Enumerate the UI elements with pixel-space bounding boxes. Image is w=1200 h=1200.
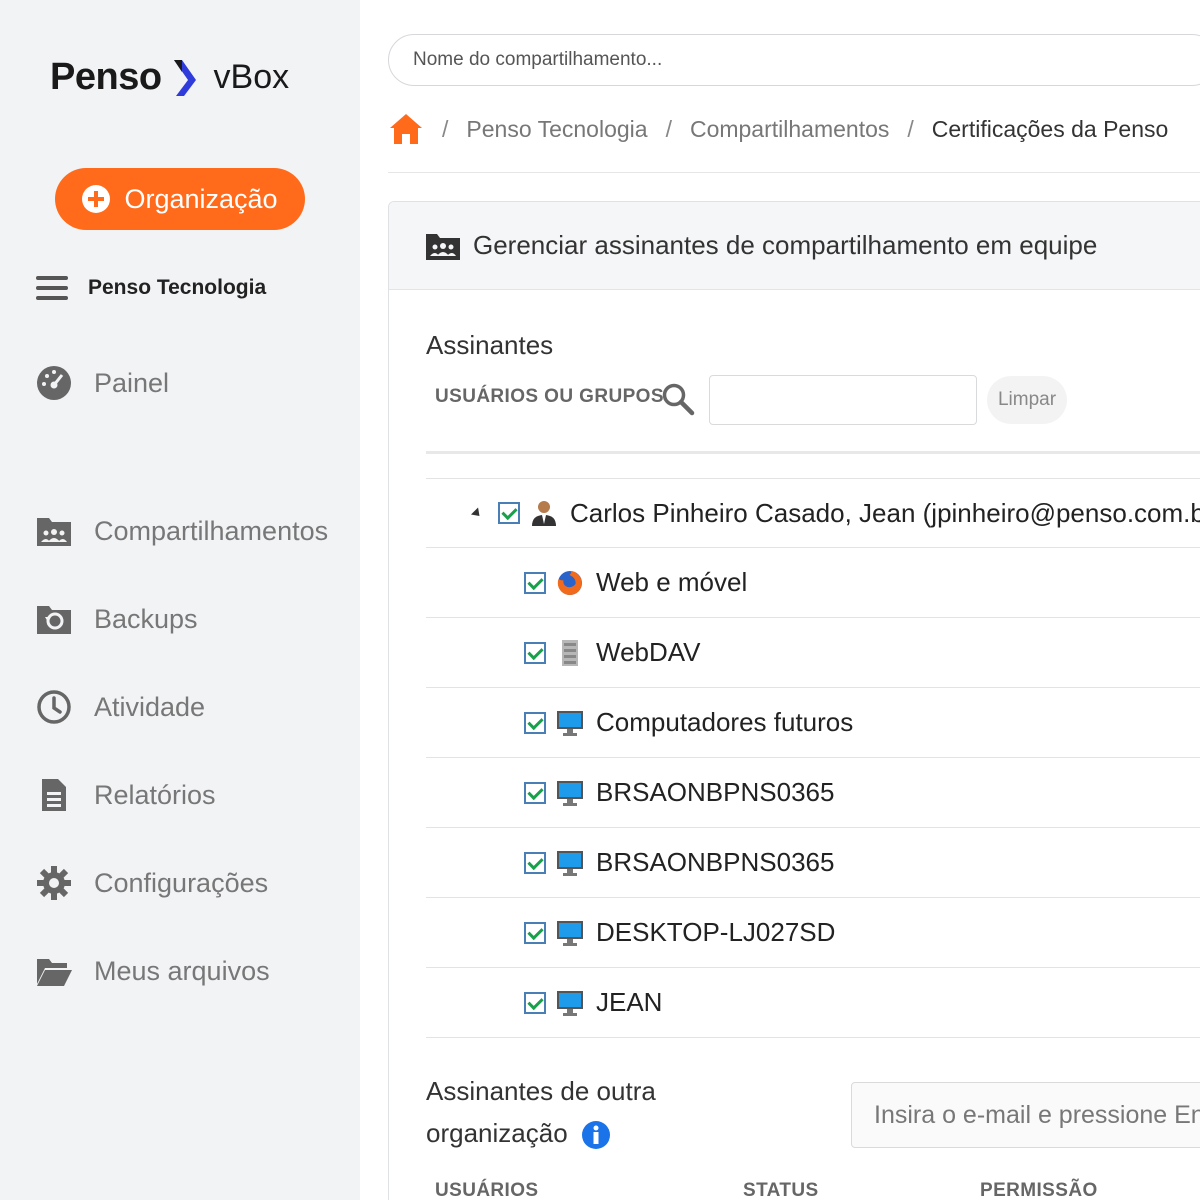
open-folder-icon bbox=[34, 951, 74, 991]
monitor-icon bbox=[557, 850, 583, 876]
firefox-icon bbox=[557, 570, 582, 595]
checkbox[interactable] bbox=[524, 991, 546, 1014]
sidebar-item-relatorios[interactable]: Relatórios bbox=[34, 775, 216, 815]
breadcrumb-separator: / bbox=[907, 115, 914, 142]
tree-label: WebDAV bbox=[596, 637, 701, 667]
monitor-icon bbox=[557, 920, 583, 946]
checkbox[interactable] bbox=[524, 781, 546, 804]
tree-row-user[interactable]: Carlos Pinheiro Casado, Jean (jpinheiro@… bbox=[426, 478, 1200, 548]
tree-row[interactable]: WebDAV bbox=[426, 618, 1200, 688]
clear-button[interactable]: Limpar bbox=[987, 376, 1067, 424]
home-icon[interactable] bbox=[388, 112, 424, 146]
checkbox[interactable] bbox=[524, 851, 546, 874]
tenant-selector[interactable]: Penso Tecnologia bbox=[36, 276, 266, 300]
sidebar-item-compartilhamentos[interactable]: Compartilhamentos bbox=[34, 511, 328, 551]
subscribers-title: Assinantes bbox=[426, 330, 554, 360]
org-button-label: Organização bbox=[124, 183, 278, 214]
tree-row[interactable]: JEAN bbox=[426, 968, 1200, 1038]
breadcrumb-separator: / bbox=[665, 115, 672, 142]
team-folder-icon bbox=[426, 233, 460, 260]
logo-wordmark: Penso bbox=[50, 56, 162, 98]
menu-icon[interactable] bbox=[36, 276, 68, 300]
sidebar-item-label: Meus arquivos bbox=[94, 955, 270, 986]
divider bbox=[388, 172, 1200, 173]
sidebar-item-meus-arquivos[interactable]: Meus arquivos bbox=[34, 951, 270, 991]
monitor-icon bbox=[557, 990, 583, 1016]
column-header-users[interactable]: USUÁRIOS bbox=[435, 1180, 539, 1200]
user-icon bbox=[532, 501, 556, 526]
sidebar-item-label: Configurações bbox=[94, 867, 269, 898]
sidebar-item-label: Relatórios bbox=[94, 779, 216, 810]
sidebar-item-painel[interactable]: Painel bbox=[34, 363, 169, 403]
sidebar-item-label: Atividade bbox=[94, 691, 206, 722]
tree-row[interactable]: Web e móvel bbox=[426, 548, 1200, 618]
panel-header: Gerenciar assinantes de compartilhamento… bbox=[389, 202, 1200, 290]
sidebar: Penso vBox Organização Penso Tecnologia … bbox=[0, 0, 360, 1200]
sidebar-item-backups[interactable]: Backups bbox=[34, 599, 198, 639]
column-header-permission[interactable]: PERMISSÃO bbox=[980, 1180, 1098, 1200]
plus-circle-icon bbox=[82, 185, 111, 213]
tree-row[interactable]: BRSAONBPNS0365 bbox=[426, 758, 1200, 828]
tree-label: BRSAONBPNS0365 bbox=[596, 847, 835, 877]
tree-label: Web e móvel bbox=[596, 567, 748, 597]
breadcrumb-current: Certificações da Penso bbox=[931, 115, 1169, 142]
breadcrumb-item-shares[interactable]: Compartilhamentos bbox=[690, 116, 889, 143]
checkbox[interactable] bbox=[524, 921, 546, 944]
sidebar-item-label: Compartilhamentos bbox=[94, 515, 329, 546]
clock-icon bbox=[34, 687, 74, 727]
filter-label: USUÁRIOS OU GRUPOS bbox=[435, 386, 664, 407]
sidebar-item-configuracoes[interactable]: Configurações bbox=[34, 863, 268, 903]
tenant-name: Penso Tecnologia bbox=[88, 276, 267, 299]
users-groups-filter-input[interactable] bbox=[709, 375, 977, 425]
gear-icon bbox=[34, 863, 74, 903]
tree-row[interactable]: Computadores futuros bbox=[426, 688, 1200, 758]
column-header-status[interactable]: STATUS bbox=[743, 1180, 819, 1200]
other-org-title-text: Assinantes de outra organização bbox=[426, 1076, 656, 1148]
server-icon bbox=[562, 639, 578, 666]
search-placeholder: Nome do compartilhamento... bbox=[413, 49, 663, 70]
checkbox[interactable] bbox=[524, 571, 546, 594]
panel-title: Gerenciar assinantes de compartilhamento… bbox=[473, 230, 1098, 260]
tree-row[interactable]: DESKTOP-LJ027SD bbox=[426, 898, 1200, 968]
dashboard-icon bbox=[34, 363, 74, 403]
backup-icon bbox=[34, 599, 74, 639]
tree-row[interactable]: BRSAONBPNS0365 bbox=[426, 828, 1200, 898]
checkbox[interactable] bbox=[524, 711, 546, 734]
sidebar-item-label: Painel bbox=[94, 367, 170, 398]
report-icon bbox=[34, 775, 74, 815]
tree-label: DESKTOP-LJ027SD bbox=[596, 917, 836, 947]
breadcrumb-item-tenant[interactable]: Penso Tecnologia bbox=[466, 116, 647, 143]
logo[interactable]: Penso vBox bbox=[50, 56, 289, 99]
subscribers-panel: Gerenciar assinantes de compartilhamento… bbox=[388, 201, 1200, 1200]
tree-label: Carlos Pinheiro Casado, Jean (jpinheiro@… bbox=[570, 497, 1200, 528]
logo-mark-icon bbox=[173, 59, 196, 96]
shared-folder-icon bbox=[34, 511, 74, 551]
logo-product: vBox bbox=[213, 58, 290, 96]
tree-label: JEAN bbox=[596, 987, 663, 1017]
monitor-icon bbox=[557, 780, 583, 806]
search-icon bbox=[662, 383, 695, 416]
monitor-icon bbox=[557, 710, 583, 736]
sidebar-item-label: Backups bbox=[94, 603, 198, 634]
email-placeholder: Insira o e-mail e pressione Enter bbox=[874, 1100, 1200, 1129]
info-icon[interactable] bbox=[581, 1120, 611, 1150]
tree-label: Computadores futuros bbox=[596, 707, 854, 737]
other-org-title: Assinantes de outra organização bbox=[426, 1070, 686, 1154]
collapse-caret-icon[interactable] bbox=[470, 506, 484, 520]
breadcrumb-separator: / bbox=[442, 115, 449, 142]
divider bbox=[426, 451, 1200, 454]
checkbox[interactable] bbox=[498, 502, 520, 524]
sidebar-item-atividade[interactable]: Atividade bbox=[34, 687, 205, 727]
share-search-input[interactable]: Nome do compartilhamento... bbox=[388, 34, 1200, 86]
add-organization-button[interactable]: Organização bbox=[55, 168, 305, 230]
breadcrumb: / Penso Tecnologia / Compartilhamentos /… bbox=[388, 112, 1168, 146]
email-input[interactable]: Insira o e-mail e pressione Enter bbox=[851, 1082, 1200, 1148]
checkbox[interactable] bbox=[524, 641, 546, 664]
tree-label: BRSAONBPNS0365 bbox=[596, 777, 835, 807]
